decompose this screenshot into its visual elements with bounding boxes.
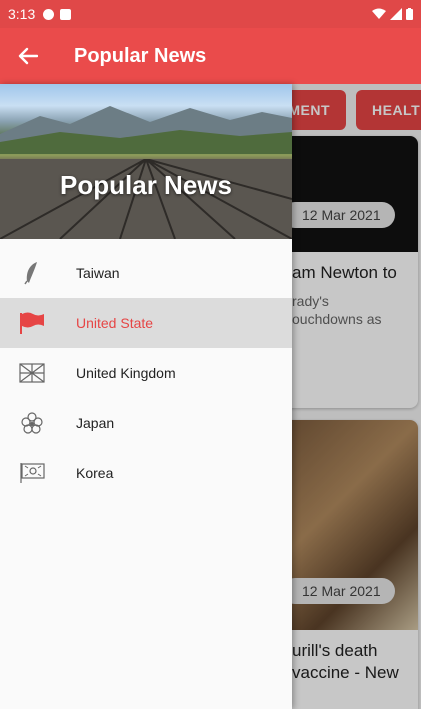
navigation-drawer: Popular News Taiwan United State United … [0,84,292,709]
menu-item-taiwan[interactable]: Taiwan [0,248,292,298]
menu-item-united-kingdom[interactable]: United Kingdom [0,348,292,398]
menu-item-label: Korea [76,465,114,481]
korea-flag-icon [18,459,46,487]
app-title: Popular News [74,44,207,67]
app-bar: Popular News [0,28,421,84]
drawer-header-image: Popular News [0,84,292,239]
uk-flag-icon [18,359,46,387]
back-button[interactable] [0,28,56,84]
signal-icon [390,8,402,20]
status-time: 3:13 [8,6,36,22]
menu-item-label: Taiwan [76,265,120,281]
wifi-icon [372,8,386,19]
mountains-graphic [0,106,292,154]
status-right-icons [372,8,413,20]
screen: 3:13 Popular News IMENT HEALT 12 Mar 202… [0,0,421,709]
menu-item-label: United State [76,315,154,331]
menu-item-united-state[interactable]: United State [0,298,292,348]
drawer-menu: Taiwan United State United Kingdom Japan [0,248,292,498]
menu-item-label: Japan [76,415,115,431]
menu-item-label: United Kingdom [76,365,176,381]
sd-card-icon [60,8,72,20]
status-bar: 3:13 [0,0,421,28]
arrow-left-icon [18,47,38,65]
drawer-title: Popular News [60,170,232,200]
menu-item-korea[interactable]: Korea [0,448,292,498]
flower-icon [18,409,46,437]
menu-item-japan[interactable]: Japan [0,398,292,448]
feather-icon [18,259,46,287]
battery-icon [406,8,413,20]
flag-icon [18,309,46,337]
notification-icon [43,8,55,20]
